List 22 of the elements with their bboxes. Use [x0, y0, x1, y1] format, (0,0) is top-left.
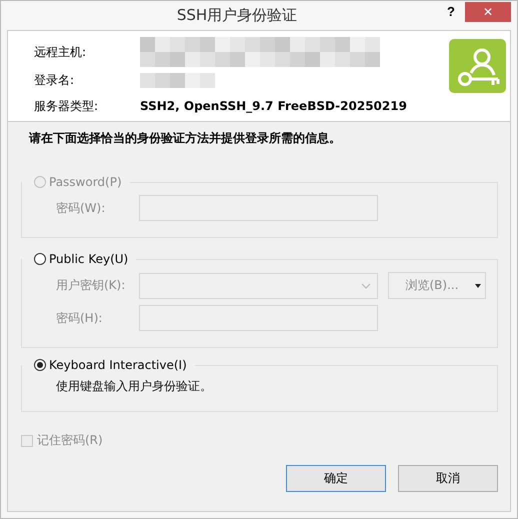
description-text: 使用键盘输入用户身份验证。 — [55, 378, 213, 395]
info-value: SSH2, OpenSSH_9.7 FreeBSD-20250219 — [140, 99, 407, 113]
field-label: 密码(H): — [55, 310, 104, 326]
dialog-button[interactable]: 取消 — [398, 465, 498, 492]
help-button[interactable]: ? — [437, 2, 465, 22]
chevron-icon — [361, 282, 371, 288]
window-title: SSH用户身份验证 — [176, 6, 298, 25]
dropdown-field[interactable] — [139, 272, 378, 298]
caret-icon — [475, 284, 481, 288]
user-key-icon — [449, 39, 506, 93]
info-label: 服务器类型: — [34, 98, 100, 114]
radio-circle[interactable] — [34, 253, 46, 265]
field-label: 用户密钥(K): — [55, 277, 126, 294]
info-label: 登录名: — [34, 72, 76, 88]
radio-circle[interactable] — [34, 359, 46, 371]
instruction-text: 请在下面选择恰当的身份验证方法并提供登录所需的信息。 — [29, 130, 342, 147]
close-button[interactable]: ✕ — [465, 2, 511, 22]
radio-button[interactable]: Public Key(U) — [34, 252, 128, 266]
radio-button[interactable]: Keyboard Interactive(I) — [34, 358, 187, 372]
field-label: 密码(W): — [55, 200, 106, 216]
info-label: 远程主机: — [34, 44, 88, 60]
dialog-button[interactable]: 确定 — [286, 465, 386, 492]
